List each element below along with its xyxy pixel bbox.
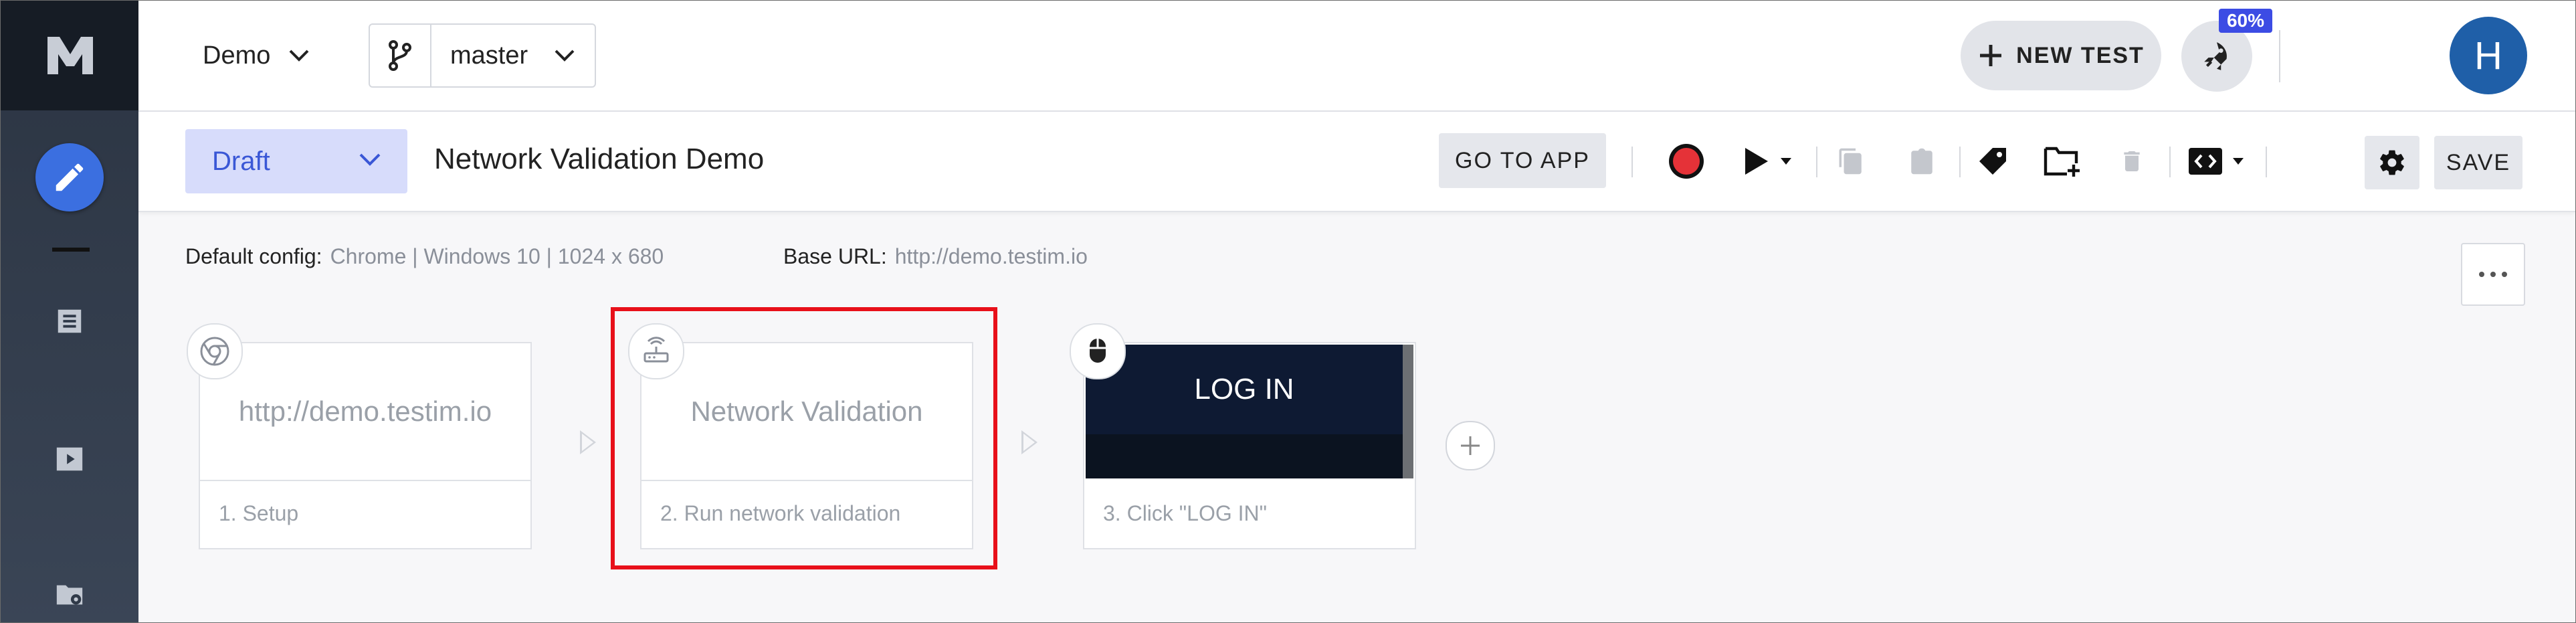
avatar[interactable]: H [2450,17,2527,94]
plus-icon [1980,45,2002,66]
nav-settings-folder-button[interactable] [53,577,86,611]
toolbar-divider [2266,147,2267,177]
git-branch-icon [389,40,411,71]
code-options-button[interactable] [2227,141,2250,181]
branch-icon-cell [370,25,431,86]
branch-selector[interactable]: master [369,23,596,88]
toolbar-divider [1631,147,1633,177]
go-to-app-button[interactable]: GO TO APP [1439,133,1606,188]
test-name[interactable]: Network Validation Demo [434,143,764,176]
clipboard-icon [1911,148,1933,175]
play-box-icon [56,447,83,471]
save-button[interactable]: SAVE [2434,136,2522,189]
mouse-icon [1090,339,1106,363]
test-settings-button[interactable] [2365,136,2419,189]
sidebar [1,1,138,622]
project-selector[interactable]: Demo [203,35,310,76]
nav-editor-button[interactable] [35,143,104,211]
folder-gear-icon [56,585,83,605]
toolbar-divider [2169,147,2171,177]
default-config: Default config: Chrome | Windows 10 | 10… [185,244,664,269]
play-options-button[interactable] [1775,141,1797,181]
step-connector-arrow [580,430,596,454]
step-preview: http://demo.testim.io [200,343,530,481]
add-step-button[interactable] [1446,421,1495,470]
chevron-down-icon [555,50,575,62]
step-title: 3. Click "LOG IN" [1103,501,1267,525]
step-type-badge [187,323,243,379]
record-icon [1669,144,1704,179]
caret-down-icon [1781,158,1791,165]
new-test-button[interactable]: NEW TEST [1961,21,2161,90]
folder-plus-icon [2044,147,2080,177]
rocket-badge: 60% [2219,9,2272,33]
step-preview: LOG IN [1086,345,1403,434]
step-connector-arrow [1021,430,1037,454]
avatar-initial: H [2474,33,2502,78]
preview-scrollbar [1403,345,1413,478]
code-icon [2189,148,2222,175]
caret-down-icon [2233,158,2244,165]
play-button[interactable] [1736,141,1776,181]
add-folder-button[interactable] [2042,141,2082,181]
step-title: 1. Setup [219,501,299,525]
highlight-box [611,307,997,569]
pencil-icon [56,163,84,191]
toolbar-divider [1959,147,1961,177]
nav-active-indicator [52,248,90,252]
chevron-down-icon [289,50,309,62]
chevron-down-icon [359,153,381,166]
tag-icon [1979,148,2006,175]
plus-icon [1461,436,1480,455]
header-divider [2279,30,2280,82]
code-button[interactable] [2185,141,2225,181]
status-label: Draft [212,146,270,176]
test-toolbar: Draft Network Validation Demo GO TO APP [138,112,2575,212]
rocket-icon [2204,42,2227,70]
step-card[interactable]: http://demo.testim.io 1. Setup [199,342,532,549]
gear-icon [2380,150,2404,175]
logo-icon [47,37,93,74]
nav-tests-button[interactable] [53,304,86,338]
record-button[interactable] [1666,141,1706,181]
list-document-icon [58,309,82,333]
chrome-icon [200,337,229,366]
play-icon [1745,148,1768,175]
step-screenshot-preview: LOG IN [1086,345,1413,478]
base-url-label: Base URL: [783,244,887,268]
nav-runs-button[interactable] [53,442,86,476]
branch-name: master [450,41,528,70]
base-url: Base URL: http://demo.testim.io [783,244,1088,269]
default-config-label: Default config: [185,244,322,268]
base-url-value[interactable]: http://demo.testim.io [895,244,1088,269]
project-name: Demo [203,41,271,70]
step-card[interactable]: LOG IN 3. Click "LOG IN" [1083,342,1416,549]
more-horizontal-icon [2479,272,2507,277]
trash-icon [2124,151,2140,171]
paste-button[interactable] [1902,141,1942,181]
copy-button[interactable] [1831,141,1871,181]
logo-area[interactable] [1,1,138,110]
more-options-button[interactable] [2461,243,2525,306]
step-type-badge [1070,323,1126,379]
status-dropdown[interactable]: Draft [185,129,407,193]
default-config-value[interactable]: Chrome | Windows 10 | 1024 x 680 [330,244,664,269]
top-header: Demo master NEW TEST 60% H [138,1,2575,112]
new-test-label: NEW TEST [2016,42,2145,68]
delete-button[interactable] [2112,141,2152,181]
toolbar-divider [1816,147,1817,177]
label-button[interactable] [1973,141,2013,181]
app-frame: Demo master NEW TEST 60% H Draft Network… [0,0,2576,623]
copy-icon [1839,148,1862,175]
